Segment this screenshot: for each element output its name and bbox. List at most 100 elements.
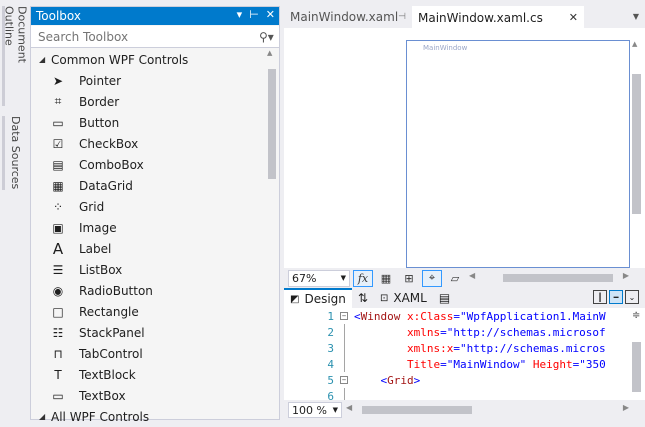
- toolbox-item-tabcontrol[interactable]: ⊓ TabControl: [31, 343, 267, 364]
- scroll-up-icon[interactable]: ▲: [267, 49, 272, 57]
- pin-icon[interactable]: ⊢: [249, 8, 259, 21]
- search-icon[interactable]: ⚲▾: [259, 30, 275, 44]
- designer-zoom-select[interactable]: 67% ▼: [288, 269, 350, 287]
- design-surface: MainWindow ▲: [284, 28, 645, 270]
- formula-button[interactable]: fx: [353, 269, 373, 287]
- code-vertical-scrollbar[interactable]: ≑: [632, 308, 641, 400]
- toolbox-item-radiobutton[interactable]: ◉ RadioButton: [31, 280, 267, 301]
- tab-mainwindow-xaml[interactable]: MainWindow.xaml ⊣: [284, 6, 412, 28]
- group-all-wpf-controls[interactable]: ◢ All WPF Controls: [31, 406, 267, 427]
- code-text: Title="MainWindow" Height="350: [406, 357, 606, 371]
- designer-horizontal-scrollbar[interactable]: ◀ ▶: [469, 271, 629, 283]
- toolbox-list: ◢ Common WPF Controls ➤ Pointer ⌗ Border ▭…: [31, 49, 267, 427]
- toolbox-item-listbox[interactable]: ☰ ListBox: [31, 259, 267, 280]
- toolbox-item-grid[interactable]: ⁘ Grid: [31, 196, 267, 217]
- scroll-right-icon[interactable]: ▶: [623, 271, 629, 280]
- code-text: <Window x:Class="WpfApplication1.MainW: [354, 309, 606, 323]
- fold-toggle[interactable]: −: [340, 308, 350, 324]
- tab-xaml[interactable]: ⊡ XAML: [374, 288, 433, 308]
- border-icon: ⌗: [54, 94, 62, 108]
- toolbox-item-textblock[interactable]: T TextBlock: [31, 364, 267, 385]
- swap-panes-button[interactable]: ⇅: [352, 288, 374, 308]
- code-zoom-select[interactable]: 100 % ▼: [288, 402, 342, 418]
- item-label: TextBlock: [79, 367, 136, 382]
- snap-grid-button[interactable]: ⊞: [399, 270, 419, 287]
- grid-lines-button[interactable]: ▦: [376, 270, 396, 287]
- horizontal-split-icon: ━: [613, 292, 619, 302]
- toolbox-scrollbar[interactable]: ▲: [267, 49, 277, 417]
- toolbox-item-datagrid[interactable]: ▦ DataGrid: [31, 175, 267, 196]
- item-label: TextBox: [79, 388, 126, 403]
- dropdown-icon[interactable]: ▾: [237, 8, 243, 21]
- item-label: ListBox: [79, 262, 123, 277]
- toolbox-item-textbox[interactable]: ▭ TextBox: [31, 385, 267, 406]
- label-icon: A: [52, 239, 64, 258]
- side-tab-document-outline[interactable]: Document Outline: [2, 6, 29, 106]
- tab-mainwindow-xaml-cs[interactable]: MainWindow.xaml.cs ✕: [412, 6, 584, 28]
- xaml-label: XAML: [393, 291, 427, 305]
- side-tab-strip: Document Outline Data Sources: [0, 0, 29, 420]
- textblock-icon: T: [54, 367, 62, 382]
- tab-overflow-icon[interactable]: ▼: [633, 12, 639, 21]
- vertical-split-button[interactable]: ┃: [593, 290, 607, 304]
- toolbox-item-rectangle[interactable]: □ Rectangle: [31, 301, 267, 322]
- chevron-down-icon: ▼: [332, 406, 338, 414]
- radiobutton-icon: ◉: [52, 283, 64, 298]
- snap-icon: ⊞: [404, 271, 414, 285]
- group-common-wpf-controls[interactable]: ◢ Common WPF Controls: [31, 49, 267, 70]
- collapse-pane-button[interactable]: ⌄: [625, 290, 639, 304]
- item-label: StackPanel: [79, 325, 145, 340]
- toolbox-search-input[interactable]: [36, 28, 259, 45]
- item-label: Label: [79, 241, 112, 256]
- annotation-button[interactable]: ▱: [445, 270, 465, 287]
- scroll-left-icon[interactable]: ◀: [469, 271, 475, 280]
- scroll-thumb[interactable]: [268, 69, 276, 179]
- zoom-value: 100 %: [292, 403, 327, 417]
- xaml-popout-button[interactable]: ▤: [433, 288, 456, 308]
- fold-toggle[interactable]: −: [340, 372, 350, 388]
- crosshair-icon: ⌖: [428, 271, 436, 284]
- tab-design[interactable]: ◩ Design: [284, 288, 352, 308]
- collapse-triangle-icon[interactable]: ◢: [39, 55, 51, 64]
- side-tab-data-sources[interactable]: Data Sources: [2, 116, 26, 190]
- checkbox-icon: ☑: [52, 136, 64, 151]
- toolbox-item-border[interactable]: ⌗ Border: [31, 91, 267, 112]
- item-label: Button: [79, 115, 120, 130]
- fold-guide: [340, 340, 350, 356]
- split-handle-icon[interactable]: ≑: [632, 310, 640, 321]
- toolbox-item-combobox[interactable]: ▤ ComboBox: [31, 154, 267, 175]
- code-line: 5 − <Grid>: [284, 372, 645, 388]
- scroll-right-icon[interactable]: ▶: [623, 403, 629, 412]
- toolbox-item-checkbox[interactable]: ☑ CheckBox: [31, 133, 267, 154]
- fold-guide: [340, 388, 350, 400]
- snap-lines-button[interactable]: ⌖: [422, 269, 442, 287]
- xaml-editor[interactable]: 1 − <Window x:Class="WpfApplication1.Mai…: [284, 308, 645, 400]
- scroll-thumb[interactable]: [632, 342, 641, 392]
- horizontal-split-button[interactable]: ━: [609, 290, 623, 304]
- item-label: CheckBox: [79, 136, 139, 151]
- code-horizontal-scrollbar[interactable]: ◀ ▶: [346, 403, 629, 415]
- rectangle-icon: □: [52, 304, 64, 319]
- listbox-icon: ☰: [52, 262, 64, 277]
- close-icon[interactable]: ✕: [569, 11, 578, 24]
- close-icon[interactable]: ✕: [266, 8, 275, 21]
- toolbox-item-stackpanel[interactable]: ☷ StackPanel: [31, 322, 267, 343]
- scroll-thumb[interactable]: [362, 406, 472, 414]
- combobox-icon: ▤: [52, 157, 64, 172]
- toolbox-search: ⚲▾: [31, 26, 279, 48]
- toolbox-item-label[interactable]: A Label: [31, 238, 267, 259]
- item-label: Pointer: [79, 73, 122, 88]
- code-text: xmlns="http://schemas.microsof: [406, 325, 606, 339]
- toolbox-item-image[interactable]: ▣ Image: [31, 217, 267, 238]
- pin-icon[interactable]: ⊣: [398, 12, 406, 22]
- toolbox-item-button[interactable]: ▭ Button: [31, 112, 267, 133]
- scroll-thumb[interactable]: [503, 274, 613, 282]
- toolbox-item-pointer[interactable]: ➤ Pointer: [31, 70, 267, 91]
- scroll-thumb[interactable]: [632, 74, 641, 214]
- designer-vertical-scrollbar[interactable]: ▲: [632, 40, 641, 276]
- window-preview[interactable]: MainWindow: [406, 40, 630, 268]
- code-line: 4 Title="MainWindow" Height="350: [284, 356, 645, 372]
- design-canvas[interactable]: MainWindow: [284, 30, 630, 270]
- scroll-left-icon[interactable]: ◀: [346, 403, 352, 412]
- scroll-up-icon[interactable]: ▲: [632, 40, 637, 48]
